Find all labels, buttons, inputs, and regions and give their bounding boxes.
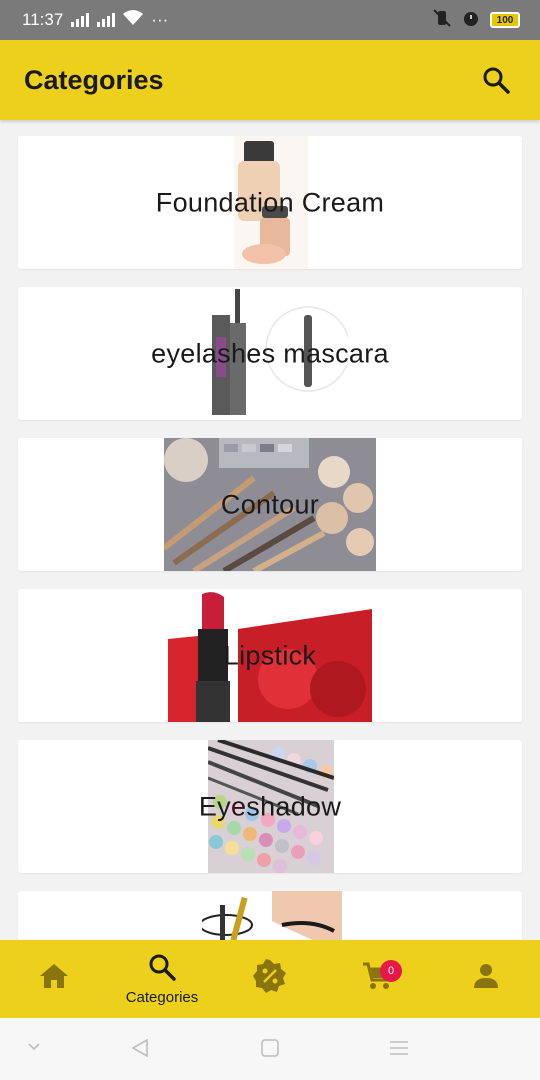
category-label: Eyeshadow [198, 791, 342, 821]
signal-icon [71, 13, 90, 27]
category-card-mascara[interactable]: eyelashes mascara [18, 287, 522, 420]
category-label: Contour [220, 489, 320, 519]
bottom-nav: Categories 0 [0, 940, 540, 1018]
signal-icon-2 [97, 13, 116, 27]
battery-icon: 100 [490, 12, 520, 28]
eyeliner-image [202, 891, 342, 940]
nav-cart[interactable]: 0 [324, 940, 432, 1018]
nav-categories[interactable]: Categories [108, 940, 216, 1018]
menu-icon[interactable] [388, 1038, 410, 1063]
alarm-icon [462, 9, 480, 32]
category-card-contour[interactable]: Contour [18, 438, 522, 571]
page-title: Categories [24, 64, 164, 95]
back-icon[interactable] [130, 1038, 150, 1063]
category-card-lipstick[interactable]: Lipstick [18, 589, 522, 722]
status-time: 11:37 [22, 10, 64, 29]
chevron-down-icon[interactable] [26, 1038, 42, 1059]
category-list[interactable]: Foundation Cream eyelashes mascara Conto… [0, 120, 540, 940]
home-square-icon[interactable] [260, 1038, 280, 1063]
status-more-dots: ··· [151, 10, 169, 29]
nav-offers[interactable] [216, 940, 324, 1018]
category-card-eyeliner[interactable] [18, 891, 522, 940]
category-label: eyelashes mascara [151, 338, 389, 368]
category-card-foundation[interactable]: Foundation Cream [18, 136, 522, 269]
search-icon[interactable] [476, 60, 516, 100]
cart-count-badge: 0 [380, 960, 402, 982]
app-bar: Categories [0, 40, 540, 120]
home-icon [39, 962, 69, 995]
nav-label: Categories [125, 989, 199, 1006]
search-icon [147, 952, 177, 987]
discount-badge-icon [253, 958, 287, 998]
category-card-eyeshadow[interactable]: Eyeshadow [18, 740, 522, 873]
system-nav-bar [0, 1018, 540, 1080]
mute-vibrate-icon [432, 8, 452, 32]
status-bar: 11:37 ··· 100 [0, 0, 540, 40]
category-label: Foundation Cream [155, 187, 385, 217]
nav-home[interactable] [0, 940, 108, 1018]
category-label: Lipstick [223, 640, 317, 670]
person-icon [472, 962, 500, 995]
nav-profile[interactable] [432, 940, 540, 1018]
wifi-icon [123, 9, 144, 31]
